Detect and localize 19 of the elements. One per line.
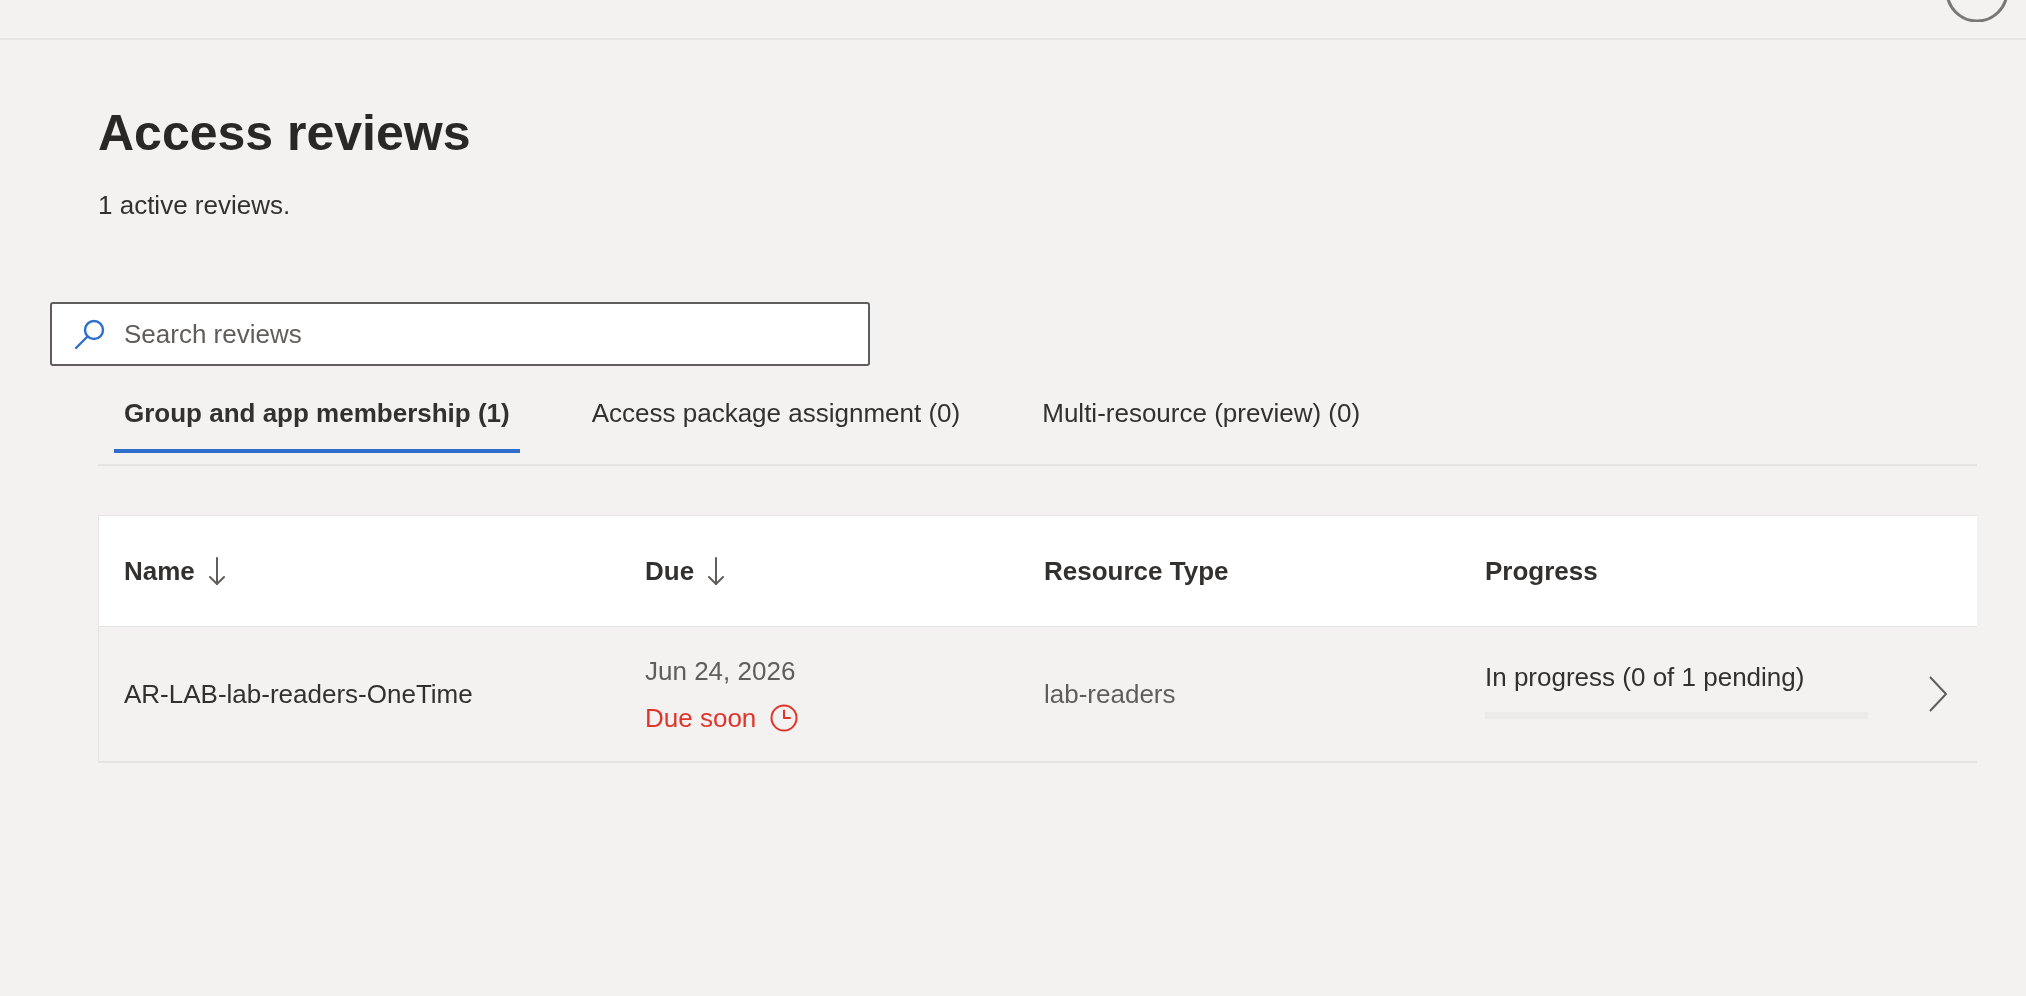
column-header[interactable]: Resource Type	[1044, 555, 1229, 587]
page-title: Access reviews	[98, 104, 472, 163]
column-header[interactable]: Name	[124, 555, 225, 587]
progress-label: In progress (0 of 1 pending)	[1485, 661, 1805, 693]
due-status: Due soon	[645, 701, 757, 734]
chevron-right-icon[interactable]	[1928, 675, 1948, 713]
due-date: Jun 24, 2026	[645, 654, 797, 687]
tab[interactable]: Access package assignment (0)	[581, 389, 971, 453]
search-icon	[74, 318, 106, 350]
clock-icon	[770, 703, 799, 732]
table-cell: lab-readers	[1044, 678, 1176, 710]
tab[interactable]: Multi-resource (preview) (0)	[1032, 389, 1371, 453]
column-header[interactable]: Progress	[1485, 555, 1598, 587]
review-count: 1 active reviews.	[98, 189, 292, 221]
avatar-icon[interactable]	[1945, 0, 2009, 22]
column-header[interactable]: Due	[645, 555, 725, 587]
search-field[interactable]: Search reviews	[50, 302, 870, 366]
table-cell: AR-LAB-lab-readers-OneTime	[124, 678, 473, 710]
tab[interactable]: Group and app membership (1)	[114, 389, 520, 453]
